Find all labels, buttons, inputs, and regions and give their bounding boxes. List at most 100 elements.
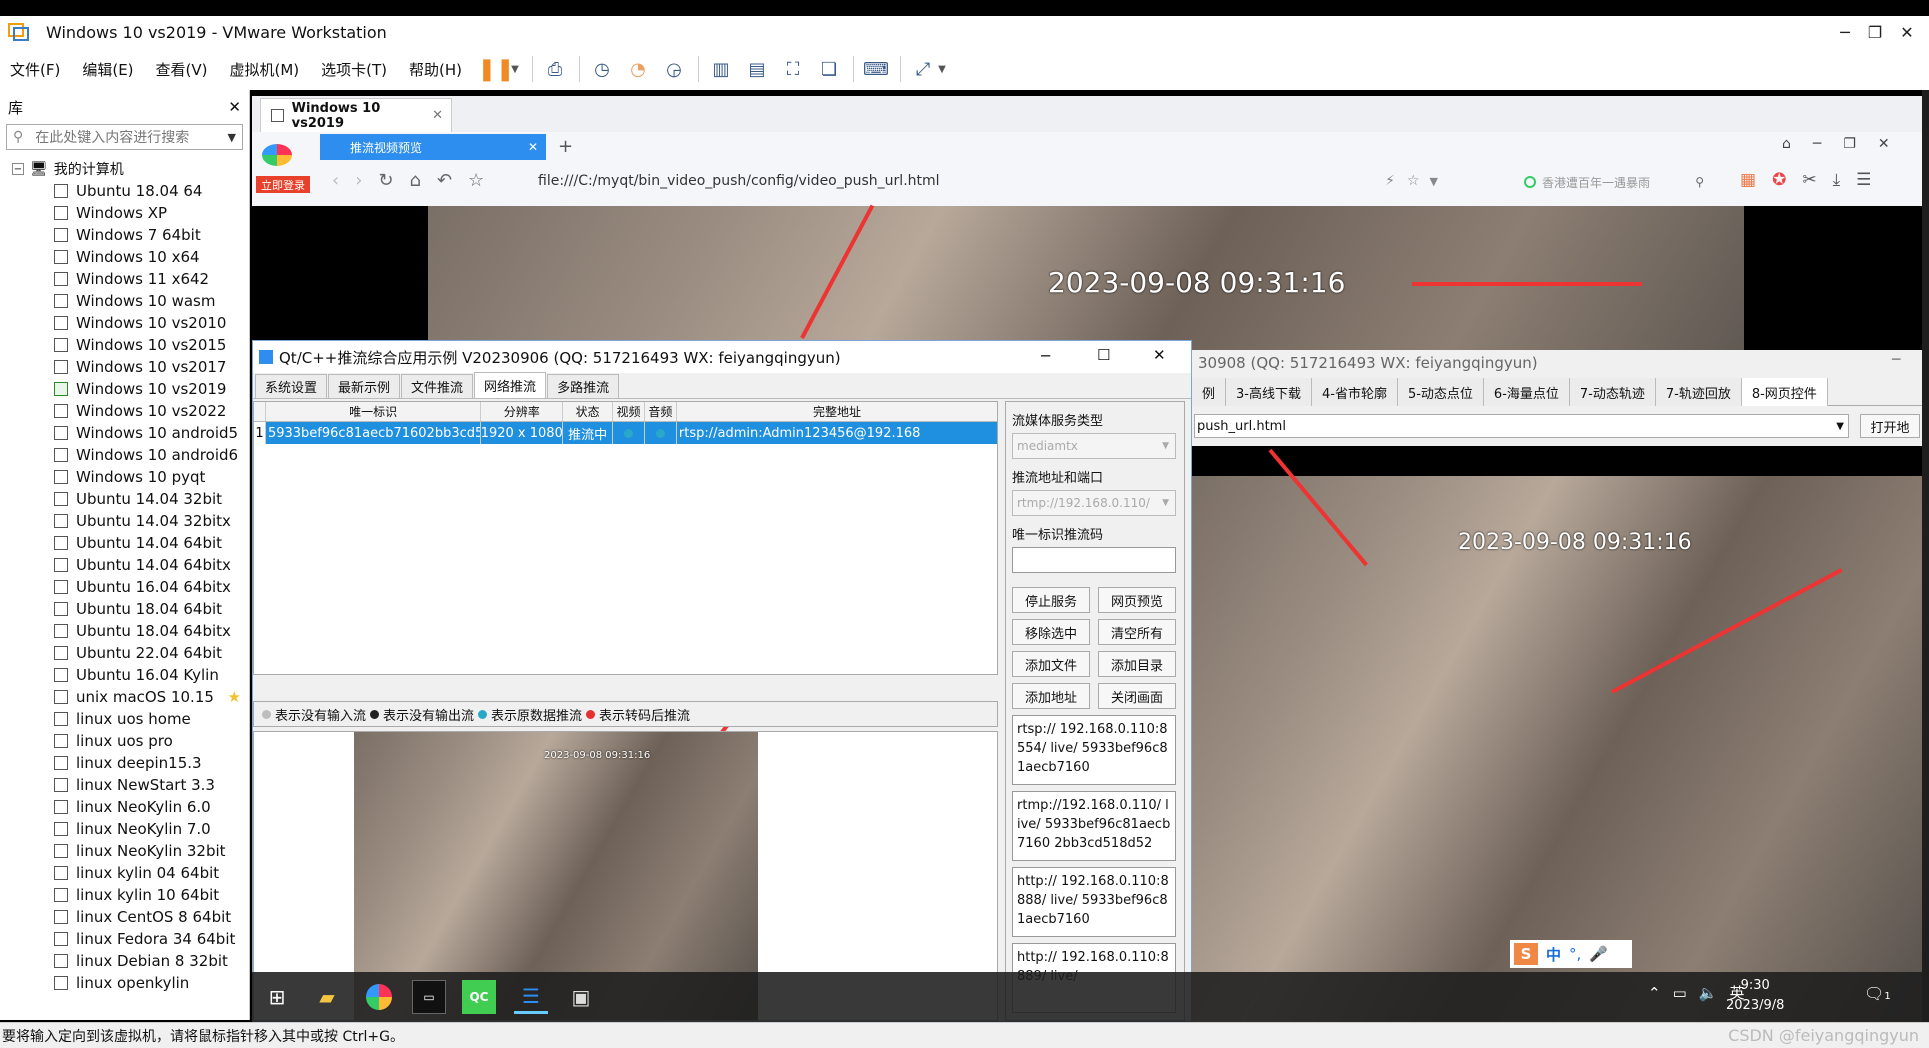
col-header-resolution[interactable]: 分辨率 — [481, 402, 564, 421]
search-dropdown-icon[interactable]: ▼ — [228, 131, 236, 144]
menu-edit[interactable]: 编辑(E) — [82, 59, 133, 80]
second-app-tab[interactable]: 7-轨迹回放 — [1655, 378, 1742, 406]
favorite-icon[interactable]: ☆ — [1407, 173, 1420, 189]
ime-mode[interactable]: 中 — [1546, 944, 1561, 965]
vm-list-item[interactable]: linux NeoKylin 32bit — [12, 840, 249, 862]
ime-toolbar[interactable]: S 中 °, 🎤 — [1510, 940, 1632, 968]
thumbnail-bar-icon[interactable]: ▤ — [745, 57, 769, 81]
qt-app-taskbar-icon[interactable]: ☰ — [514, 980, 548, 1014]
vm-list-item[interactable]: Ubuntu 14.04 32bit — [12, 488, 249, 510]
undo-close-icon[interactable]: ↶ — [437, 170, 452, 191]
qt-maximize-icon[interactable]: ☐ — [1097, 346, 1110, 364]
vm-list-item[interactable]: Ubuntu 14.04 32bitx — [12, 510, 249, 532]
vm-list-item[interactable]: linux NewStart 3.3 — [12, 774, 249, 796]
second-app-taskbar-icon[interactable]: ▣ — [564, 980, 598, 1014]
home-icon[interactable]: ⌂ — [410, 170, 421, 191]
push-addr-select[interactable]: rtmp://192.168.0.110/ ▼ — [1012, 490, 1176, 516]
close-button[interactable]: ✕ — [1892, 16, 1922, 48]
col-header-id[interactable]: 唯一标识 — [266, 402, 482, 421]
vm-tab-active[interactable]: Windows 10 vs2019 ✕ — [260, 98, 452, 132]
unity-icon[interactable]: ❏ — [817, 57, 841, 81]
vm-list-item[interactable]: Windows 10 wasm — [12, 290, 249, 312]
vm-list-item[interactable]: Ubuntu 14.04 64bit — [12, 532, 249, 554]
vm-list-item[interactable]: Windows 10 vs2017 — [12, 356, 249, 378]
push-addr-dropdown-icon[interactable]: ▼ — [1162, 498, 1169, 508]
remove-selected-button[interactable]: 移除选中 — [1012, 619, 1090, 645]
stop-service-button[interactable]: 停止服务 — [1012, 587, 1090, 613]
browser-menu-icon[interactable]: ☰ — [1856, 170, 1871, 190]
second-app-tab[interactable]: 8-网页控件 — [1741, 378, 1828, 406]
snapshot-manager-icon[interactable]: ◶ — [662, 57, 686, 81]
vm-list-item[interactable]: Ubuntu 14.04 64bitx — [12, 554, 249, 576]
pause-icon[interactable]: ❚❚ — [478, 57, 515, 82]
vm-screen[interactable]: 立即登录 推流视频预览 ✕ + ‹ › ↻ ⌂ ↶ ☆ file:///C:/m… — [252, 132, 1922, 1022]
game-icon[interactable]: ✪ — [1772, 170, 1786, 190]
vm-list-item[interactable]: Windows 11 x642 — [12, 268, 249, 290]
browser-avatar-icon[interactable] — [262, 144, 292, 166]
col-header-url[interactable]: 完整地址 — [677, 402, 997, 421]
library-search-input[interactable]: ⚲ 在此处键入内容进行搜索 ▼ — [6, 124, 243, 150]
table-row[interactable]: 1 5933bef96c81aecb71602bb3cd518d52 1920 … — [254, 422, 997, 444]
hls-url-box[interactable]: http:// 192.168.0.110:8888/ live/ 5933be… — [1012, 867, 1176, 937]
tray-clock[interactable]: 9:30 2023/9/8 — [1726, 976, 1784, 1016]
browser-minimize-icon[interactable]: ─ — [1813, 136, 1821, 152]
vm-list-item[interactable]: linux CentOS 8 64bit — [12, 906, 249, 928]
second-app-tab[interactable]: 例 — [1192, 378, 1227, 406]
lightning-icon[interactable]: ⚡ — [1385, 173, 1395, 189]
vm-list-item[interactable]: Ubuntu 22.04 64bit — [12, 642, 249, 664]
volume-icon[interactable]: 🔈 — [1699, 984, 1718, 1002]
vm-list-item[interactable]: linux uos pro — [12, 730, 249, 752]
vm-list-item[interactable]: Windows 10 vs2022 — [12, 400, 249, 422]
download-icon[interactable]: ⤓ — [1833, 170, 1841, 190]
vm-list-item[interactable]: Windows 10 vs2015 — [12, 334, 249, 356]
browser-tab-close-icon[interactable]: ✕ — [528, 140, 538, 154]
second-address-bar[interactable]: push_url.html ▼ — [1194, 414, 1849, 438]
address-dropdown-icon[interactable]: ▼ — [1430, 175, 1438, 188]
add-directory-button[interactable]: 添加目录 — [1098, 651, 1176, 677]
vm-list-item[interactable]: unix macOS 10.15 ★ — [12, 686, 249, 708]
terminal-icon[interactable]: ▭ — [412, 980, 446, 1014]
vm-list-item[interactable]: Ubuntu 16.04 64bitx — [12, 576, 249, 598]
revert-snapshot-icon[interactable]: ◔ — [626, 57, 650, 81]
vm-list-item[interactable]: linux openkylin — [12, 972, 249, 994]
col-header-audio[interactable]: 音频 — [645, 402, 677, 421]
web-preview-button[interactable]: 网页预览 — [1098, 587, 1176, 613]
qt-tab[interactable]: 最新示例 — [328, 374, 401, 398]
menu-file[interactable]: 文件(F) — [10, 59, 60, 80]
qt-close-icon[interactable]: ✕ — [1153, 346, 1166, 364]
qt-tab[interactable]: 文件推流 — [401, 374, 474, 398]
browser-restore-icon[interactable]: ❐ — [1843, 136, 1856, 152]
qt-tab[interactable]: 网络推流 — [474, 372, 547, 398]
vm-list-item[interactable]: linux uos home — [12, 708, 249, 730]
vm-list-item[interactable]: linux deepin15.3 — [12, 752, 249, 774]
vm-list-item[interactable]: Ubuntu 18.04 64bit — [12, 598, 249, 620]
menu-tabs[interactable]: 选项卡(T) — [321, 59, 387, 80]
vm-list-item[interactable]: Ubuntu 16.04 Kylin — [12, 664, 249, 686]
start-windows-icon[interactable]: ⊞ — [260, 980, 294, 1014]
show-library-icon[interactable]: ▥ — [709, 57, 733, 81]
second-app-tab[interactable]: 5-动态点位 — [1397, 378, 1484, 406]
apps-grid-icon[interactable]: ▦ — [1740, 170, 1756, 190]
close-library-icon[interactable]: ✕ — [228, 98, 241, 116]
col-header-status[interactable]: 状态 — [563, 402, 614, 421]
snapshot-icon[interactable]: ◷ — [590, 57, 614, 81]
back-icon[interactable]: ‹ — [332, 170, 339, 191]
qt-tab[interactable]: 系统设置 — [255, 374, 328, 398]
col-header-video[interactable]: 视频 — [613, 402, 645, 421]
second-open-button[interactable]: 打开地 — [1860, 414, 1920, 438]
browser-taskbar-icon[interactable] — [362, 980, 396, 1014]
stream-code-input[interactable] — [1012, 547, 1176, 573]
vm-list-item[interactable]: linux NeoKylin 7.0 — [12, 818, 249, 840]
second-app-tab[interactable]: 7-动态轨迹 — [1569, 378, 1656, 406]
vm-list-item[interactable]: Windows XP — [12, 202, 249, 224]
scissors-icon[interactable]: ✂ — [1802, 170, 1816, 190]
forward-icon[interactable]: › — [355, 170, 362, 191]
console-view-icon[interactable]: ⌨ — [863, 57, 889, 81]
rtmp-url-box[interactable]: rtmp://192.168.0.110/ live/ 5933bef96c81… — [1012, 791, 1176, 861]
vm-list-item[interactable]: linux NeoKylin 6.0 — [12, 796, 249, 818]
browser-address-bar[interactable]: file:///C:/myqt/bin_video_push/config/vi… — [538, 166, 1438, 196]
new-tab-icon[interactable]: + — [558, 136, 573, 157]
vm-list-item[interactable]: Windows 10 android6 — [12, 444, 249, 466]
tray-chevron-icon[interactable]: ⌃ — [1648, 984, 1661, 1002]
qt-tab[interactable]: 多路推流 — [547, 374, 620, 398]
